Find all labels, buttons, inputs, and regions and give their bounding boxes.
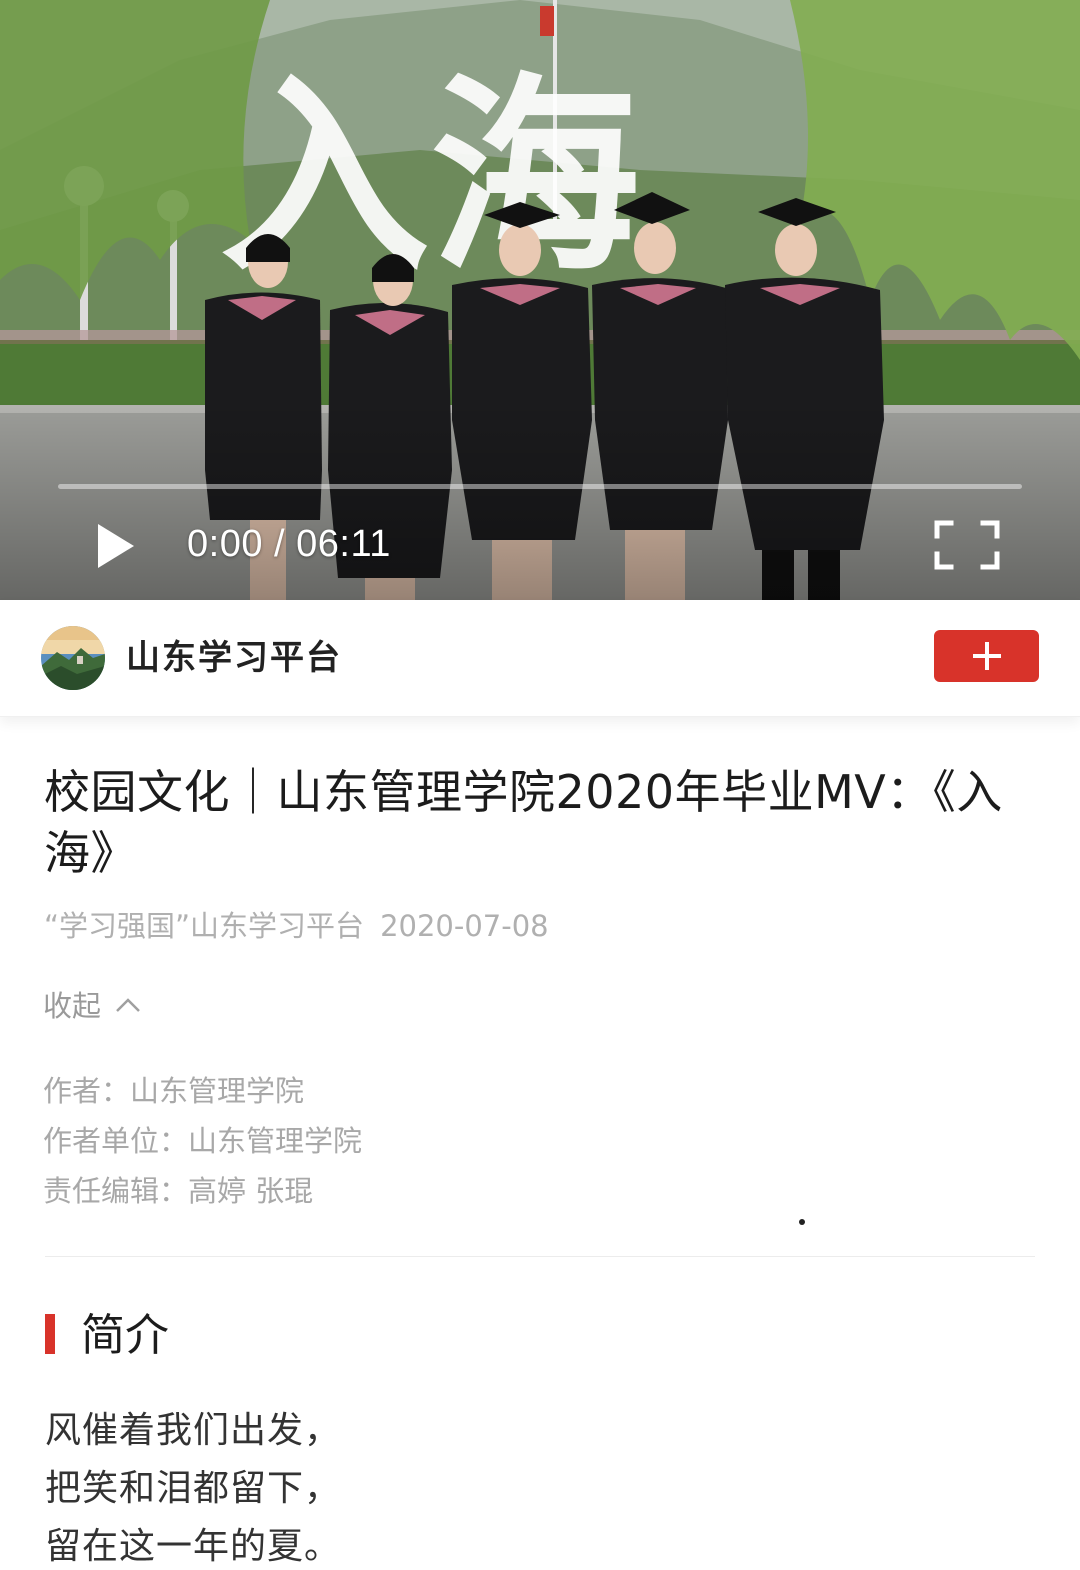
- stray-dot: [799, 1219, 805, 1225]
- intro-line: 把笑和泪都留下，: [45, 1468, 342, 1509]
- play-button[interactable]: [86, 518, 146, 574]
- article-title: 校园文化｜山东管理学院2020年毕业MV：《入海》: [44, 765, 1003, 880]
- credit-value: 山东管理学院: [130, 1074, 305, 1108]
- section-divider: [45, 1256, 1035, 1257]
- video-progress-bar[interactable]: [58, 484, 1022, 489]
- time-separator: /: [274, 523, 286, 565]
- credit-value: 高婷 张琨: [188, 1174, 314, 1208]
- fullscreen-button[interactable]: [928, 514, 1006, 576]
- credit-label: 作者单位：: [43, 1124, 189, 1158]
- video-duration: 06:11: [296, 523, 391, 565]
- collapse-label: 收起: [43, 989, 102, 1023]
- article-credits: 作者：山东管理学院 作者单位：山东管理学院 责任编辑：高婷 张琨: [43, 1066, 362, 1216]
- credit-author: 作者：山东管理学院: [43, 1066, 362, 1116]
- channel-bar: 山东学习平台: [0, 600, 1080, 717]
- fullscreen-icon: [934, 520, 1000, 570]
- credit-editor: 责任编辑：高婷 张琨: [43, 1166, 362, 1216]
- article-body: 校园文化｜山东管理学院2020年毕业MV：《入海》 “学习强国”山东学习平台 20…: [0, 716, 1080, 1570]
- video-time-display: 0:00 / 06:11: [187, 521, 391, 567]
- credit-value: 山东管理学院: [188, 1124, 363, 1158]
- intro-line: 留在这一年的夏。: [45, 1526, 342, 1567]
- credit-label: 作者：: [43, 1074, 131, 1108]
- video-controls-gradient: [0, 400, 1080, 600]
- channel-avatar[interactable]: [41, 626, 105, 690]
- section-accent-bar: [45, 1314, 55, 1354]
- credit-author-unit: 作者单位：山东管理学院: [43, 1116, 362, 1166]
- play-icon: [98, 524, 134, 568]
- article-date: 2020-07-08: [380, 909, 549, 943]
- intro-text: 风催着我们出发， 把笑和泪都留下， 留在这一年的夏。: [45, 1402, 341, 1570]
- current-time: 0:00: [187, 523, 263, 565]
- credit-label: 责任编辑：: [43, 1174, 189, 1208]
- chevron-up-icon: [116, 998, 140, 1012]
- video-player[interactable]: 入海 0:00 / 06:11: [0, 0, 1080, 600]
- article-page: 入海 0:00 / 06:11 山东学习平台 校园文化｜山东管理学院2020年毕…: [0, 0, 1080, 1570]
- avatar-image: [41, 626, 105, 690]
- intro-line: 风催着我们出发，: [45, 1410, 342, 1451]
- article-meta: “学习强国”山东学习平台 2020-07-08: [44, 906, 549, 946]
- channel-name[interactable]: 山东学习平台: [126, 634, 342, 682]
- collapse-toggle[interactable]: 收起: [43, 986, 141, 1026]
- follow-button[interactable]: [934, 630, 1039, 682]
- intro-heading: 简介: [81, 1310, 169, 1361]
- article-source: “学习强国”山东学习平台: [44, 909, 365, 943]
